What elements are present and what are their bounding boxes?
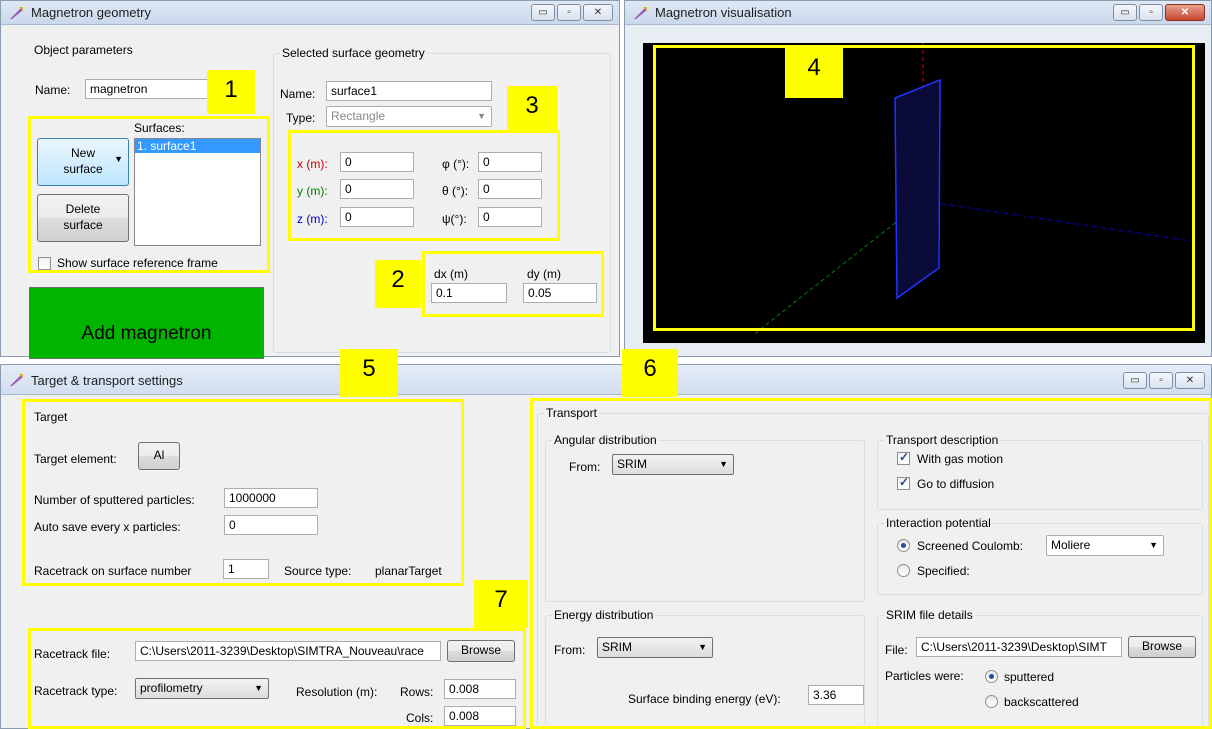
callout-2: 2 xyxy=(375,260,421,308)
maximize-icon[interactable]: ▫ xyxy=(1149,372,1173,389)
surface-type-select[interactable]: Rectangle ▼ xyxy=(326,106,492,127)
callout-6: 6 xyxy=(622,349,678,397)
object-name-label: Name: xyxy=(35,83,71,97)
callout-3: 3 xyxy=(507,86,557,130)
highlight-box-target xyxy=(22,399,464,586)
visual-title-bar[interactable]: Magnetron visualisation ▭ ▫ ✕ xyxy=(625,1,1211,25)
highlight-box-position xyxy=(288,130,560,241)
app-icon xyxy=(10,374,23,386)
object-name-field[interactable]: magnetron xyxy=(85,79,215,99)
minimize-icon[interactable]: ▭ xyxy=(531,4,555,21)
minimize-icon[interactable]: ▭ xyxy=(1123,372,1147,389)
surface-type-label: Type: xyxy=(286,111,316,125)
geometry-title-bar[interactable]: Magnetron geometry ▭ ▫ ✕ xyxy=(1,1,619,25)
callout-4: 4 xyxy=(785,48,843,98)
visual-window-title: Magnetron visualisation xyxy=(655,5,792,20)
highlight-box-racetrack xyxy=(28,628,526,729)
chevron-down-icon: ▼ xyxy=(477,111,486,121)
maximize-icon[interactable]: ▫ xyxy=(557,4,581,21)
close-icon[interactable]: ✕ xyxy=(1175,372,1205,389)
object-parameters-label: Object parameters xyxy=(34,43,133,57)
callout-7: 7 xyxy=(474,580,528,628)
target-title-bar[interactable]: Target & transport settings ▭ ▫ ✕ xyxy=(1,365,1211,395)
app-icon xyxy=(634,7,647,19)
maximize-icon[interactable]: ▫ xyxy=(1139,4,1163,21)
selected-surface-label: Selected surface geometry xyxy=(280,46,427,60)
target-window-title: Target & transport settings xyxy=(31,373,183,388)
close-icon[interactable]: ✕ xyxy=(583,4,613,21)
app-icon xyxy=(10,7,23,19)
add-magnetron-label: Add magnetron xyxy=(81,323,212,344)
surface-name-field[interactable]: surface1 xyxy=(326,81,492,101)
geometry-window-title: Magnetron geometry xyxy=(31,5,151,20)
surface-type-value: Rectangle xyxy=(331,109,386,123)
close-icon[interactable]: ✕ xyxy=(1165,4,1205,21)
add-magnetron-button[interactable]: Add magnetron xyxy=(29,287,264,359)
highlight-box-visualisation xyxy=(653,45,1195,331)
surface-name-label: Name: xyxy=(280,87,316,101)
minimize-icon[interactable]: ▭ xyxy=(1113,4,1137,21)
callout-1: 1 xyxy=(207,70,255,114)
highlight-box-dimensions xyxy=(422,251,604,317)
highlight-box-transport xyxy=(530,398,1212,729)
callout-5: 5 xyxy=(340,349,398,397)
highlight-box-surfaces xyxy=(28,116,270,273)
